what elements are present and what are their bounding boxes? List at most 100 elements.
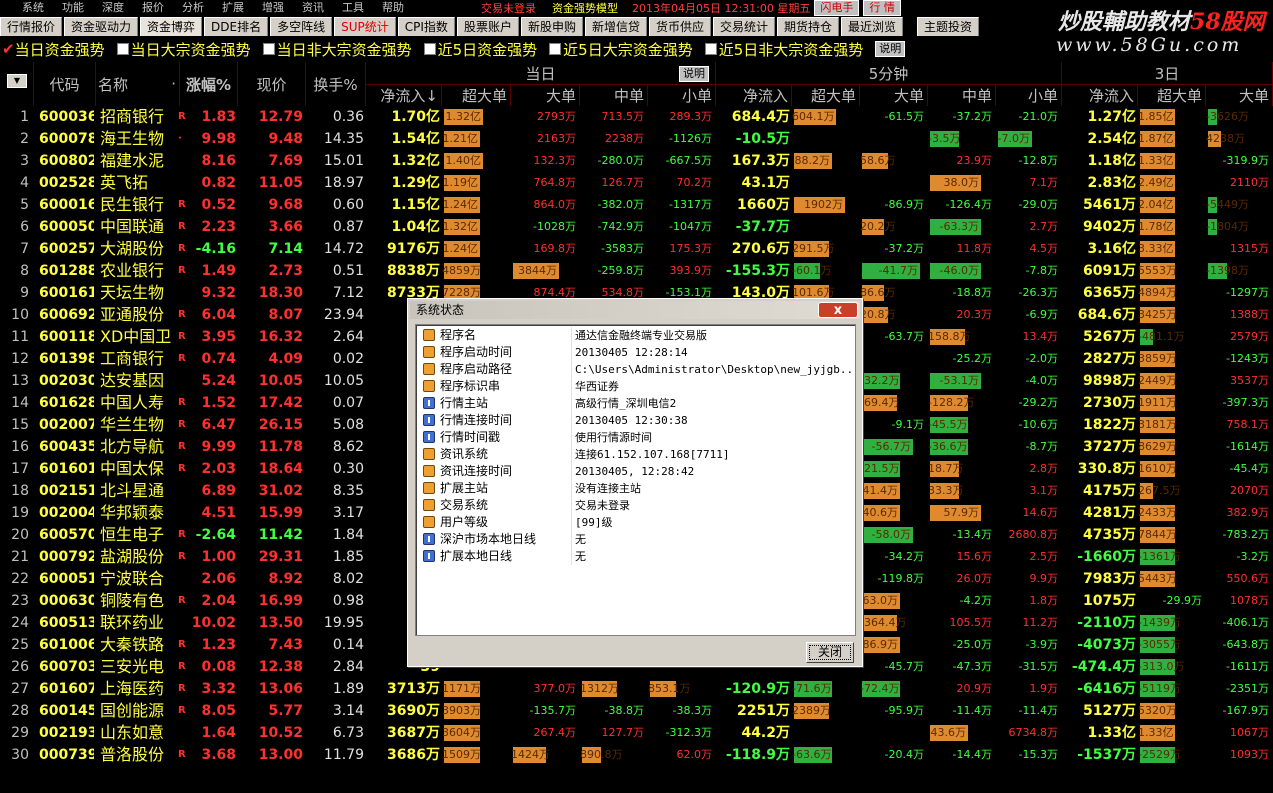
status-list-item[interactable]: 行情时间戳 使用行情源时间 xyxy=(418,429,854,446)
status-list-item[interactable]: 程序启动时间 20130405 12:28:14 xyxy=(418,344,854,361)
header-sub-col[interactable]: 小单 xyxy=(996,85,1062,106)
header-row-sub: 净流入↓ 超大单 大单 中单 小单 净流入 超大单 大单 中单 小单 净流入 超大单 大单 xyxy=(0,85,1273,106)
checkbox-icon[interactable] xyxy=(262,43,275,55)
status-list-item[interactable]: 程序标识串 华西证券 xyxy=(418,378,854,395)
menu-item-quote[interactable]: 报价 xyxy=(133,0,173,16)
tab-item[interactable]: 交易统计 xyxy=(713,17,776,36)
table-row[interactable]: 30 000739 普洛股份 R 3.68 13.00 11.79 3686万 1509万 142… xyxy=(0,744,1273,766)
flash-trade-button[interactable]: 闪电手 xyxy=(814,0,860,16)
filter-option[interactable]: 近5日非大宗资金强势 xyxy=(704,39,863,60)
header-sub-col[interactable]: 超大单 xyxy=(1138,85,1206,106)
stock-code: 000739 xyxy=(39,747,94,763)
menu-item-news[interactable]: 资讯 xyxy=(293,0,333,16)
turnover: 6.73 xyxy=(332,725,364,741)
header-sub-col[interactable]: 净流入 xyxy=(716,85,792,106)
filter-label: 当日大宗资金强势 xyxy=(130,40,251,59)
tab-item[interactable]: DDE排名 xyxy=(204,17,269,36)
tab-item[interactable]: 新股申购 xyxy=(520,17,583,36)
menu-item-enhance[interactable]: 增强 xyxy=(253,0,293,16)
flow-value xyxy=(860,348,924,370)
status-list-item[interactable]: 用户等级 [99]级 xyxy=(418,514,854,531)
tab-item[interactable]: 行情报价 xyxy=(0,17,63,36)
dialog-titlebar[interactable]: 系统状态 x xyxy=(410,301,860,319)
status-list-item[interactable]: 行情连接时间 20130405 12:30:38 xyxy=(418,412,854,429)
header-sub-col[interactable]: 大单 xyxy=(511,85,580,106)
table-row[interactable]: 29 002193 山东如意 1.64 10.52 6.73 3687万 3604万 267.4… xyxy=(0,722,1273,744)
filter-option[interactable]: 近5日资金强势 xyxy=(423,39,537,60)
header-sub-col[interactable]: 中单 xyxy=(580,85,648,106)
quote-button[interactable]: 行 情 xyxy=(863,0,901,16)
filter-option[interactable]: ✔ 当日资金强势 xyxy=(2,39,105,60)
tab-item[interactable]: SUP统计 xyxy=(334,17,396,36)
tab-item[interactable]: 新增信贷 xyxy=(584,17,647,36)
status-icon xyxy=(423,329,435,341)
filter-option[interactable]: 当日大宗资金强势 xyxy=(116,39,251,60)
menu-item-analysis[interactable]: 分析 xyxy=(173,0,213,16)
status-list-item[interactable]: 程序名 通达信金融终端专业交易版 xyxy=(418,327,854,344)
table-row[interactable]: 28 600145 国创能源 R 8.05 5.77 3.14 3690万 3903万 -135.… xyxy=(0,700,1273,722)
flow-value: 1388万 xyxy=(1230,308,1269,321)
menu-item-function[interactable]: 功能 xyxy=(53,0,93,16)
tab-item[interactable]: CPI指数 xyxy=(397,17,455,36)
table-row[interactable]: 8 601288 农业银行 R 1.49 2.73 0.51 8838万 4859万 3844万 -… xyxy=(0,260,1273,282)
tab-item[interactable]: 股票账户 xyxy=(456,17,519,36)
header-sub-col[interactable]: 净流入 xyxy=(1062,85,1138,106)
close-icon[interactable]: x xyxy=(818,302,858,318)
menu-item-help[interactable]: 帮助 xyxy=(373,0,413,16)
menu-item-depth[interactable]: 深度 xyxy=(93,0,133,16)
status-list-item[interactable]: 扩展本地日线 无 xyxy=(418,548,854,565)
filter-option[interactable]: 当日非大宗资金强势 xyxy=(262,39,412,60)
tab-item[interactable]: 多空阵线 xyxy=(270,17,333,36)
checkbox-icon[interactable] xyxy=(549,43,562,55)
status-list-item[interactable]: 扩展主站 没有连接主站 xyxy=(418,480,854,497)
tab-item[interactable]: 资金博弈 xyxy=(140,17,203,36)
filter-option[interactable]: 近5日大宗资金强势 xyxy=(549,39,693,60)
menu-item-tools[interactable]: 工具 xyxy=(333,0,373,16)
menu-item-system[interactable]: 系统 xyxy=(0,0,53,16)
table-row[interactable]: 5 600016 民生银行 R 0.52 9.68 0.60 1.15亿 1.24亿 864.0万… xyxy=(0,194,1273,216)
filter-explain-button[interactable]: 说明 xyxy=(875,41,906,57)
table-row[interactable]: 7 600257 大湖股份 R -4.16 7.14 14.72 9176万 1.24亿 169.… xyxy=(0,238,1273,260)
day3-net-inflow: 4735万 xyxy=(1083,527,1136,543)
header-sub-col[interactable]: 大单 xyxy=(860,85,928,106)
header-sub-col[interactable]: 超大单 xyxy=(442,85,511,106)
status-list-item[interactable]: 程序启动路径 C:\Users\Administrator\Desktop\new… xyxy=(418,361,855,378)
table-row[interactable]: 3 600802 福建水泥 8.16 7.69 15.01 1.32亿 1.40亿 132.3万… xyxy=(0,150,1273,172)
turnover: 0.60 xyxy=(332,197,364,213)
checkbox-icon[interactable] xyxy=(423,43,436,55)
status-list-item[interactable]: 资讯连接时间 20130405, 12:28:42 xyxy=(418,463,854,480)
tab-item[interactable]: 货币供应 xyxy=(648,17,711,36)
header-sub-col[interactable]: 中单 xyxy=(928,85,996,106)
header-sub-col[interactable]: 净流入↓ xyxy=(366,85,442,106)
tab-item[interactable]: 资金驱动力 xyxy=(64,17,139,36)
status-list-item[interactable]: 行情主站 高级行情_深圳电信2 xyxy=(418,395,854,412)
table-row[interactable]: 6 600050 中国联通 R 2.23 3.66 0.87 1.04亿 1.32亿 -1028万… xyxy=(0,216,1273,238)
stock-code: 600036 xyxy=(39,109,94,125)
change-pct: -4.16 xyxy=(195,241,236,257)
tab-item[interactable]: 期货持仓 xyxy=(777,17,840,36)
header-sub-col[interactable]: 小单 xyxy=(648,85,716,106)
menu-item-extend[interactable]: 扩展 xyxy=(213,0,253,16)
change-pct: 1.00 xyxy=(201,549,236,565)
explain-button[interactable]: 说明 xyxy=(679,66,709,82)
checkbox-icon[interactable] xyxy=(116,43,129,55)
row-index: 11 xyxy=(11,329,29,345)
tab-item[interactable]: 主题投资 xyxy=(917,17,980,36)
close-button[interactable]: 关闭 xyxy=(806,642,854,663)
flow-value: -1614万 xyxy=(1226,440,1269,453)
status-list-item[interactable]: 交易系统 交易未登录 xyxy=(418,497,854,514)
status-list-item[interactable]: 资讯系统 连接61.152.107.168[7711] xyxy=(418,446,854,463)
tab-item[interactable]: 最近浏览 xyxy=(841,17,904,36)
table-row[interactable]: 2 600078 海王生物 · 9.98 9.48 14.35 1.54亿 1.21亿 2163万… xyxy=(0,128,1273,150)
table-row[interactable]: 27 601607 上海医药 R 3.32 13.06 1.89 3713万 1171万 377.… xyxy=(0,678,1273,700)
price: 15.99 xyxy=(258,505,303,521)
checkmark-icon[interactable]: ✔ xyxy=(2,40,15,58)
stock-code: 600435 xyxy=(39,439,94,455)
header-sub-col[interactable]: 大单 xyxy=(1206,85,1273,106)
checkbox-icon[interactable] xyxy=(704,43,717,55)
table-row[interactable]: 4 002528 英飞拓 0.82 11.05 18.97 1.29亿 1.19亿 764.8万… xyxy=(0,172,1273,194)
status-list-item[interactable]: 深沪市场本地日线 无 xyxy=(418,531,854,548)
flow-value: -31.5万 xyxy=(1018,660,1058,673)
table-row[interactable]: 1 600036 招商银行 R 1.83 12.79 0.36 1.70亿 1.32亿 2793万… xyxy=(0,106,1273,128)
header-sub-col[interactable]: 超大单 xyxy=(792,85,860,106)
